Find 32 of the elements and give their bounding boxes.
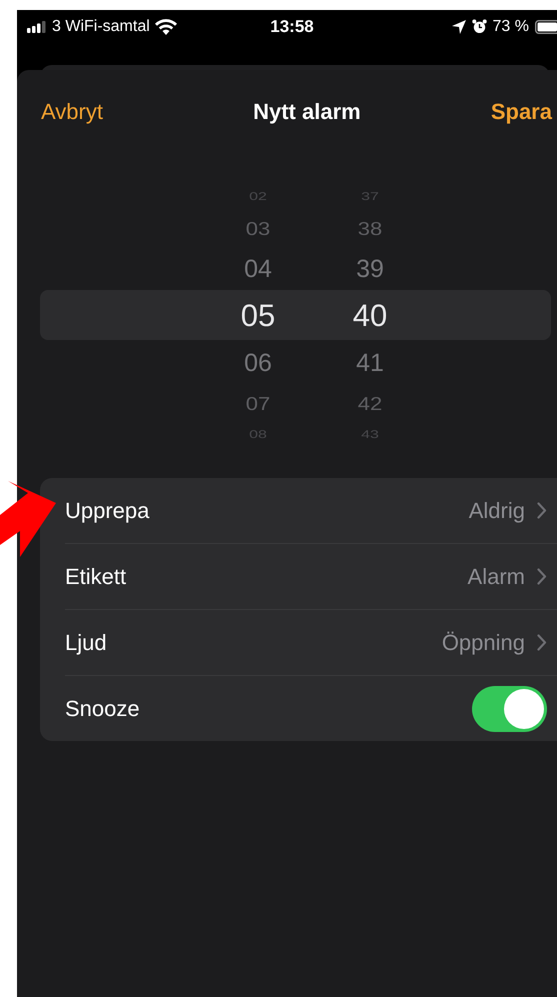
minute-option[interactable]: 38: [358, 212, 382, 244]
hour-option[interactable]: 03: [246, 212, 270, 244]
save-button[interactable]: Spara: [490, 99, 552, 125]
minute-option[interactable]: 39: [356, 247, 384, 291]
hour-option[interactable]: 04: [244, 247, 272, 291]
setting-label: Etikett: [65, 564, 128, 590]
minute-option[interactable]: 42: [358, 388, 382, 420]
chevron-icon: [537, 568, 547, 585]
wifi-icon: [154, 18, 177, 34]
carrier-name: 3 WiFi-samtal: [52, 18, 150, 36]
setting-label: Ljud: [65, 630, 108, 656]
minute-option[interactable]: 41: [356, 341, 384, 385]
minute-option[interactable]: 40: [352, 291, 388, 341]
battery-icon: [534, 20, 557, 34]
status-time: 13:58: [270, 16, 314, 36]
cancel-button[interactable]: Avbryt: [41, 99, 103, 125]
sheet-title: Nytt alarm: [253, 99, 361, 125]
setting-value[interactable]: Alarm: [468, 564, 525, 590]
battery-percent: 73 %: [492, 18, 529, 36]
chevron-icon: [537, 634, 547, 651]
hour-option[interactable]: 06: [244, 341, 272, 385]
signal-icon: [27, 20, 47, 32]
hour-option[interactable]: 05: [240, 291, 276, 341]
alarm-clock-icon: [472, 19, 487, 34]
setting-value[interactable]: Öppning: [442, 630, 525, 656]
setting-label: Upprepa: [65, 498, 150, 524]
setting-value[interactable]: Aldrig: [468, 498, 525, 524]
snooze-toggle[interactable]: [472, 686, 547, 732]
hour-option[interactable]: 07: [246, 388, 270, 420]
setting-label: Snooze: [65, 696, 141, 722]
location-arrow-icon: [452, 20, 466, 34]
chevron-icon: [537, 502, 547, 519]
